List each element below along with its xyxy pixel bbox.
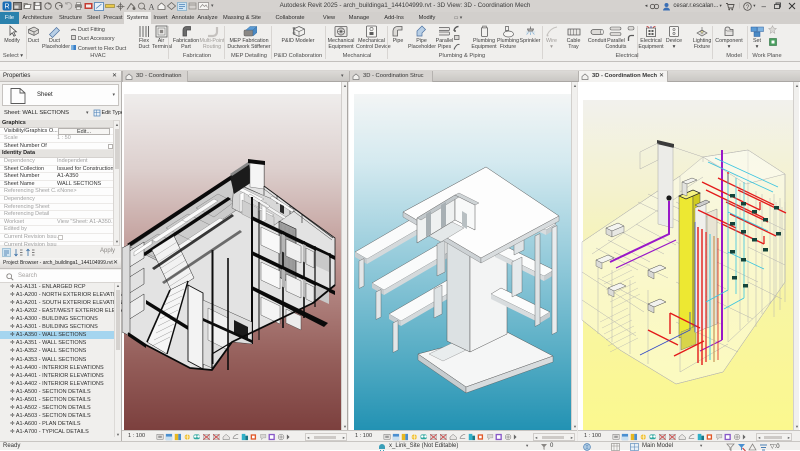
- svg-text:R: R: [4, 4, 9, 11]
- svg-text:A: A: [149, 2, 155, 11]
